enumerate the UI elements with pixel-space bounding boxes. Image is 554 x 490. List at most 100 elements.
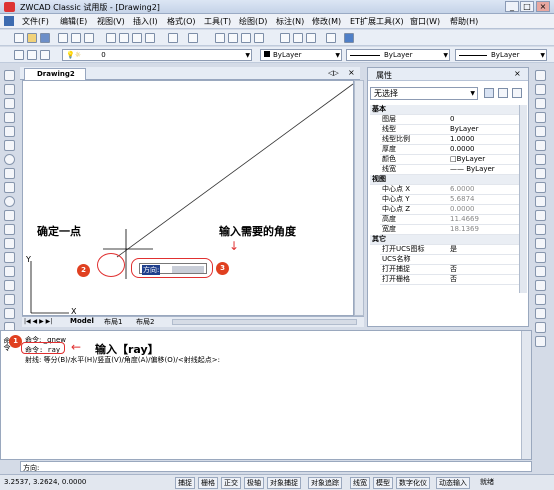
menu-window[interactable]: 窗口(W) [410,16,440,27]
prop-color[interactable]: 颜色 □ByLayer [380,155,524,165]
menu-edit[interactable]: 编辑(E) [60,16,87,27]
tab-model[interactable]: Model [70,317,94,325]
menu-insert[interactable]: 插入(I) [133,16,158,27]
ellipse-icon[interactable] [4,196,15,207]
menu-view[interactable]: 视图(V) [97,16,125,27]
line-icon[interactable] [4,70,15,81]
dynamic-input-button[interactable]: 动态输入 [436,477,470,489]
drawing-canvas[interactable]: Y X 方向: 确定一点 2 输入需要的角度 ↓ 3 [22,80,354,316]
help-icon[interactable] [344,33,354,43]
calculator-icon[interactable] [326,33,336,43]
publish-icon[interactable] [84,33,94,43]
otrack-button[interactable]: 对象追踪 [308,477,342,489]
prop-ucs-icon[interactable]: 打开UCS图标是 [380,245,524,255]
properties-scrollbar[interactable] [519,105,527,293]
ortho-button[interactable]: 正交 [221,477,241,489]
color-combo[interactable]: ByLayer ▼ [260,49,342,61]
tab-scroll-icon[interactable]: ◁▷ [328,69,339,77]
break-icon[interactable] [535,224,546,235]
new-icon[interactable] [14,33,24,43]
copy-icon[interactable] [119,33,129,43]
drawing-tab[interactable]: Drawing2 [24,68,86,80]
arc-icon[interactable] [4,140,15,151]
menu-et-tools[interactable]: ET扩展工具(X) [350,16,404,27]
prop-linetype[interactable]: 线型 ByLayer [380,125,524,135]
explode-icon[interactable] [535,280,546,291]
menu-help[interactable]: 帮助(H) [450,16,478,27]
horizontal-scrollbar[interactable] [172,319,357,325]
menu-draw[interactable]: 绘图(D) [239,16,267,27]
prop-snap[interactable]: 打开捕捉否 [380,265,524,275]
prop-thickness[interactable]: 厚度 0.0000 [380,145,524,155]
trim-icon[interactable] [535,196,546,207]
paste-icon[interactable] [132,33,142,43]
polygon-icon[interactable] [4,112,15,123]
menu-tools[interactable]: 工具(T) [204,16,231,27]
tab-close-icon[interactable]: × [348,68,355,77]
menu-format[interactable]: 格式(O) [167,16,196,27]
stretch-icon[interactable] [535,182,546,193]
revcloud-icon[interactable] [4,168,15,179]
category-basic[interactable]: 基本 [370,105,524,115]
tab-layout2[interactable]: 布局2 [136,317,154,327]
polar-button[interactable]: 极轴 [244,477,264,489]
category-other[interactable]: 其它 [370,235,524,245]
edit-spline-icon[interactable] [535,308,546,319]
layer-prev-icon[interactable] [40,50,50,60]
extend-icon[interactable] [535,210,546,221]
make-block-icon[interactable] [4,238,15,249]
point-icon[interactable] [4,252,15,263]
scale-icon[interactable] [535,168,546,179]
offset-icon[interactable] [535,112,546,123]
menu-file[interactable]: 文件(F) [22,16,49,27]
prop-grid[interactable]: 打开栅格否 [380,275,524,285]
minimize-button[interactable]: _ [505,1,519,12]
join-icon[interactable] [535,238,546,249]
cut-icon[interactable] [106,33,116,43]
erase-icon[interactable] [535,70,546,81]
vertical-scrollbar[interactable] [354,80,364,316]
edit-polyline-icon[interactable] [535,294,546,305]
redo-icon[interactable] [188,33,198,43]
command-input[interactable]: 方向: [20,461,532,472]
table-icon[interactable] [4,308,15,319]
save-icon[interactable] [40,33,50,43]
menu-dimension[interactable]: 标注(N) [276,16,304,27]
preview-icon[interactable] [71,33,81,43]
menu-modify[interactable]: 修改(M) [312,16,341,27]
insert-block-icon[interactable] [4,224,15,235]
pan-icon[interactable] [215,33,225,43]
zoom-prev-icon[interactable] [535,336,546,347]
properties-close-icon[interactable]: × [514,69,521,78]
hatch-icon[interactable] [4,266,15,277]
mirror-icon[interactable] [535,98,546,109]
polyline-icon[interactable] [4,98,15,109]
fillet-icon[interactable] [535,266,546,277]
lineweight-combo[interactable]: ByLayer ▼ [455,49,547,61]
linetype-combo[interactable]: ByLayer ▼ [346,49,450,61]
print-icon[interactable] [58,33,68,43]
select-objects-icon[interactable] [498,88,508,98]
model-button[interactable]: 模型 [373,477,393,489]
digitizer-button[interactable]: 数字化仪 [396,477,430,489]
copy-object-icon[interactable] [535,84,546,95]
command-scrollbar[interactable] [521,331,531,459]
zoom-realtime-icon[interactable] [228,33,238,43]
design-center-icon[interactable] [293,33,303,43]
region-icon[interactable] [4,294,15,305]
selection-dropdown[interactable]: 无选择 ▼ [370,87,478,100]
maximize-button[interactable]: □ [520,1,534,12]
open-icon[interactable] [27,33,37,43]
pickadd-icon[interactable] [512,88,522,98]
prop-linetype-scale[interactable]: 线型比例 1.0000 [380,135,524,145]
prop-ucs-name[interactable]: UCS名称 [380,255,524,265]
properties-icon[interactable] [280,33,290,43]
zoom-extent-icon[interactable] [535,322,546,333]
zoom-previous-icon[interactable] [254,33,264,43]
array-icon[interactable] [535,126,546,137]
lineweight-button[interactable]: 线宽 [350,477,370,489]
zoom-window-icon[interactable] [241,33,251,43]
layer-combo[interactable]: 💡☼ 0 ▼ [62,49,252,61]
layer-state-icon[interactable] [27,50,37,60]
quick-select-icon[interactable] [484,88,494,98]
